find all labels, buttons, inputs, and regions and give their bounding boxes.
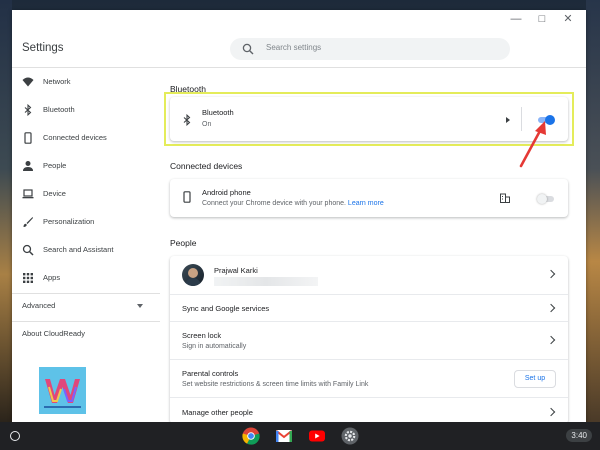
minimize-button[interactable]: — [508, 12, 524, 26]
maximize-button[interactable]: □ [534, 12, 550, 26]
bluetooth-toggle[interactable] [538, 115, 555, 125]
bluetooth-icon [24, 104, 32, 116]
shelf: 3:40 [0, 422, 600, 450]
toggle-knob [537, 194, 547, 204]
user-name: Prajwal Karki [214, 266, 258, 275]
sidebar-item-label: People [43, 161, 67, 170]
search-icon [242, 43, 254, 55]
sidebar-divider [12, 321, 160, 322]
android-phone-card[interactable]: Android phone Connect your Chrome device… [170, 179, 568, 217]
sync-title: Sync and Google services [182, 304, 270, 313]
chevron-right-icon[interactable] [506, 117, 510, 123]
phone-icon [24, 132, 32, 144]
gmail-icon[interactable] [275, 427, 293, 445]
sidebar-item-network[interactable]: Network [12, 71, 160, 93]
desktop-wallpaper-left [0, 0, 12, 422]
sidebar-item-label: Personalization [43, 217, 95, 226]
parental-controls-sub: Set website restrictions & screen time l… [182, 381, 369, 388]
bluetooth-title: Bluetooth [202, 108, 234, 117]
cloudready-logo [39, 367, 86, 414]
sidebar-item-people[interactable]: People [12, 155, 160, 177]
sidebar-item-connected-devices[interactable]: Connected devices [12, 127, 160, 149]
sidebar-item-search-and-assistant[interactable]: Search and Assistant [12, 239, 160, 261]
screen-lock-sub: Sign in automatically [182, 343, 247, 350]
sidebar-item-label: Network [43, 77, 71, 86]
sidebar-item-personalization[interactable]: Personalization [12, 211, 160, 233]
chevron-right-icon [546, 335, 556, 345]
manage-other-people-row[interactable]: Manage other people [170, 398, 568, 422]
sidebar-item-device[interactable]: Device [12, 183, 160, 205]
youtube-icon[interactable] [308, 427, 326, 445]
phone-icon [183, 191, 191, 203]
page-title: Settings [22, 42, 64, 54]
redacted-email [214, 277, 318, 286]
parental-controls-title: Parental controls [182, 369, 239, 378]
sidebar-item-advanced[interactable]: Advanced [12, 295, 160, 317]
sync-row[interactable]: Sync and Google services [170, 295, 568, 321]
android-phone-description: Connect your Chrome device with your pho… [202, 200, 384, 207]
chevron-down-icon [137, 304, 143, 308]
parental-controls-row: Parental controls Set website restrictio… [170, 360, 568, 397]
settings-icon[interactable] [341, 427, 359, 445]
sidebar-item-label: Search and Assistant [43, 245, 114, 254]
sidebar-item-apps[interactable]: Apps [12, 267, 160, 289]
vertical-separator [521, 107, 522, 131]
sidebar: Network Bluetooth Connected devices Peop… [12, 69, 160, 422]
search-placeholder: Search settings [266, 43, 322, 52]
android-phone-toggle[interactable] [537, 194, 554, 204]
section-title-people: People [170, 238, 197, 248]
sidebar-item-about[interactable]: About CloudReady [12, 323, 160, 345]
settings-main: Bluetooth Bluetooth On Connected devices… [160, 69, 586, 422]
bluetooth-icon [183, 114, 191, 126]
sidebar-item-label: Connected devices [43, 133, 107, 142]
sidebar-divider [12, 293, 160, 294]
people-card: Prajwal Karki Sync and Google services S… [170, 256, 568, 422]
avatar [182, 264, 204, 286]
sidebar-item-label: Device [43, 189, 66, 198]
desktop-wallpaper-right [586, 0, 600, 422]
launcher-button[interactable] [10, 431, 20, 441]
search-input[interactable]: Search settings [230, 38, 510, 60]
chrome-icon[interactable] [242, 427, 260, 445]
sidebar-item-label: Apps [43, 273, 61, 282]
learn-more-link[interactable]: Learn more [348, 200, 384, 207]
close-button[interactable]: ✕ [560, 12, 576, 26]
chevron-right-icon [546, 303, 556, 313]
android-phone-title: Android phone [202, 188, 251, 197]
bluetooth-status: On [202, 121, 212, 128]
status-clock[interactable]: 3:40 [566, 429, 592, 442]
chevron-right-icon [546, 269, 556, 279]
person-icon [23, 161, 33, 171]
chevron-right-icon [546, 407, 556, 417]
sidebar-item-bluetooth[interactable]: Bluetooth [12, 99, 160, 121]
apps-grid-icon [23, 273, 33, 283]
brush-icon [23, 217, 33, 227]
wifi-icon [22, 77, 34, 87]
about-label: About CloudReady [22, 329, 85, 338]
account-row[interactable]: Prajwal Karki [170, 256, 568, 294]
toggle-knob [545, 115, 555, 125]
business-icon [500, 193, 510, 203]
settings-window: — □ ✕ Settings Search settings Network B… [12, 10, 586, 422]
advanced-label: Advanced [22, 301, 56, 310]
window-titlebar: — □ ✕ [496, 10, 586, 28]
laptop-icon [22, 189, 34, 199]
search-icon [22, 244, 34, 256]
bluetooth-card[interactable]: Bluetooth On [170, 97, 568, 141]
sidebar-item-label: Bluetooth [43, 105, 75, 114]
android-phone-description-text: Connect your Chrome device with your pho… [202, 200, 346, 207]
settings-header: Settings Search settings [12, 28, 586, 68]
section-title-connected-devices: Connected devices [170, 161, 243, 171]
set-up-button[interactable]: Set up [514, 370, 556, 388]
screen-lock-row[interactable]: Screen lock Sign in automatically [170, 322, 568, 359]
manage-other-people-title: Manage other people [182, 408, 253, 417]
cloudready-logo-mark [44, 379, 81, 408]
screen-lock-title: Screen lock [182, 331, 222, 340]
